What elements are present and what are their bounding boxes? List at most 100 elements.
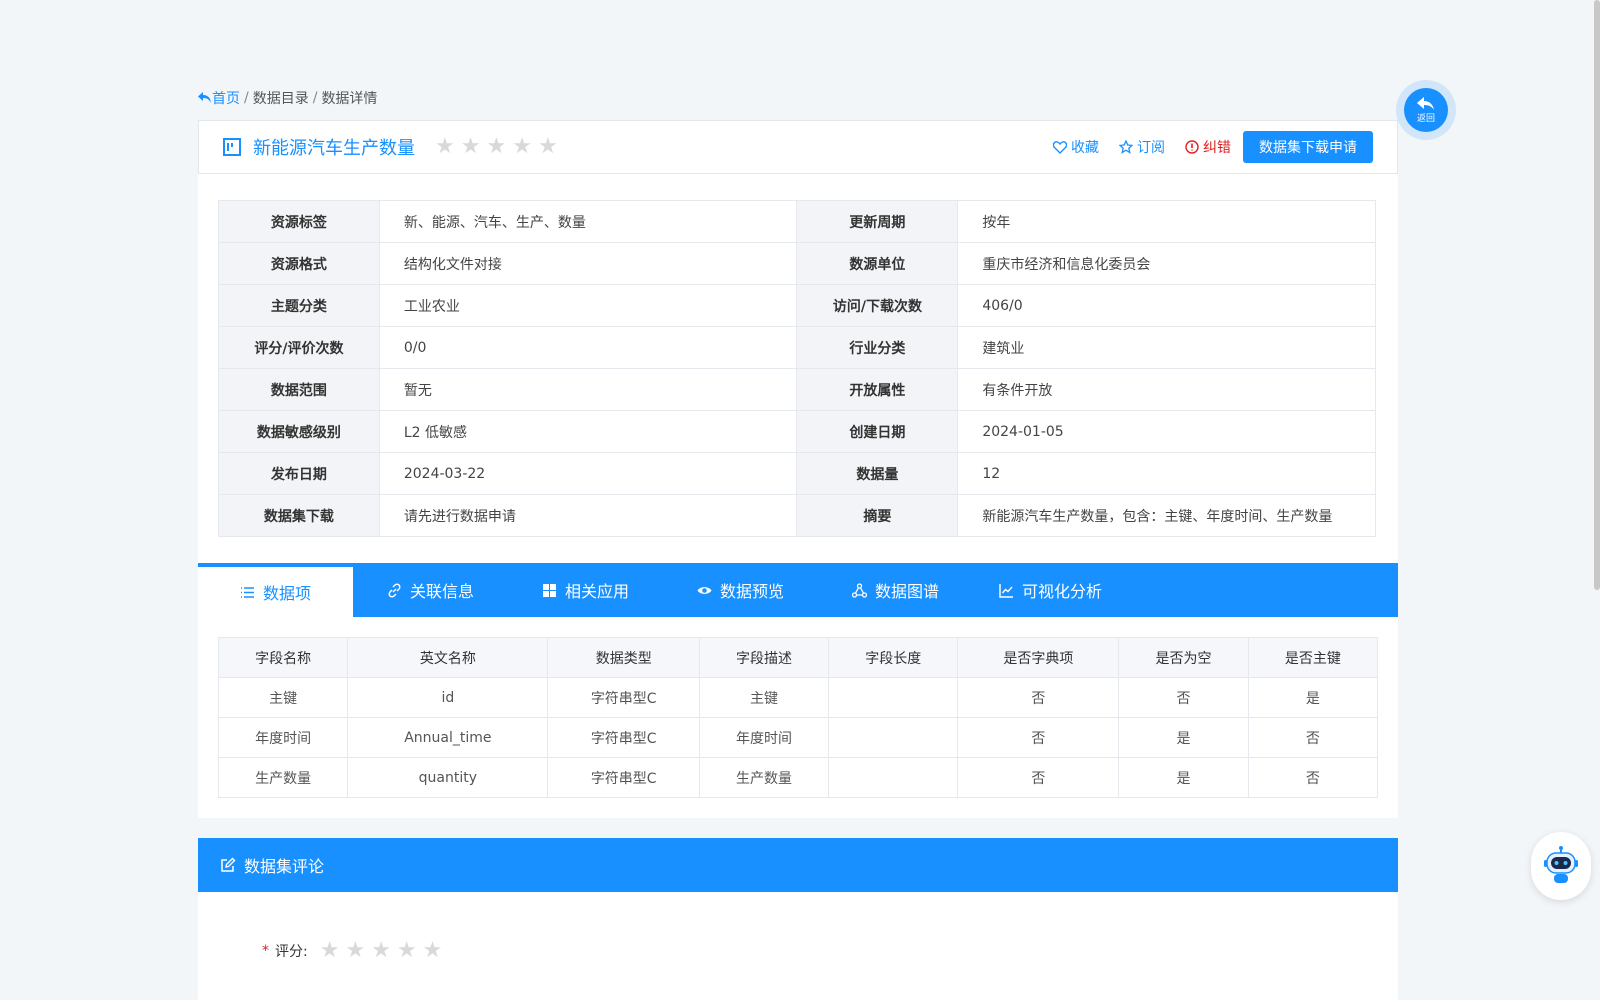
info-key: 数据敏感级别	[218, 410, 380, 453]
star-icon[interactable]: ★	[538, 136, 558, 158]
column-header: 字段长度	[828, 637, 959, 678]
star-icon[interactable]: ★	[435, 136, 455, 158]
tab-related-info[interactable]: 关联信息	[353, 563, 508, 617]
column-header: 字段描述	[698, 637, 830, 678]
star-icon[interactable]: ★	[423, 940, 443, 962]
comment-title: 数据集评论	[244, 857, 325, 876]
table-cell: 主键	[698, 677, 830, 718]
breadcrumb-home-label: 首页	[212, 91, 240, 107]
info-key: 资源标签	[218, 200, 380, 243]
info-row: 数据敏感级别 L2 低敏感 创建日期 2024-01-05	[218, 410, 1376, 453]
info-value: 建筑业	[957, 326, 1376, 369]
fields-table: 字段名称 英文名称 数据类型 字段描述 字段长度 是否字典项 是否为空 是否主键 主键 id 字符…	[217, 637, 1379, 798]
table-cell: 是	[1247, 677, 1379, 718]
back-label: 返回	[1416, 113, 1435, 124]
star-icon[interactable]: ★	[397, 940, 417, 962]
info-table: 资源标签 新、能源、汽车、生产、数量 更新周期 按年 资源格式 结构化文件对接 数源单位 重庆…	[218, 200, 1376, 537]
column-header: 是否字典项	[957, 637, 1120, 678]
info-value: 2024-03-22	[378, 452, 798, 495]
info-value: 重庆市经济和信息化委员会	[957, 242, 1376, 285]
star-icon[interactable]: ★	[486, 136, 506, 158]
star-icon[interactable]: ★	[461, 136, 481, 158]
table-cell: 字符串型C	[547, 677, 700, 718]
table-cell: 主键	[217, 677, 349, 718]
table-cell	[828, 717, 959, 758]
table-cell	[828, 757, 959, 798]
info-key: 主题分类	[218, 284, 380, 327]
dataset-title: 新能源汽车生产数量	[253, 138, 415, 159]
info-key: 资源格式	[218, 242, 380, 285]
alert-circle-icon	[1185, 140, 1199, 154]
dataset-icon	[223, 138, 241, 156]
column-header: 是否为空	[1118, 637, 1249, 678]
info-key: 数据集下载	[218, 494, 380, 537]
breadcrumb-separator: /	[312, 90, 318, 106]
info-row: 资源标签 新、能源、汽车、生产、数量 更新周期 按年	[218, 200, 1376, 243]
report-error-label: 纠错	[1203, 140, 1231, 156]
breadcrumb-home[interactable]: 首页	[198, 88, 240, 108]
star-outline-icon	[1119, 140, 1133, 154]
breadcrumb-separator: /	[244, 90, 249, 106]
info-key: 数据量	[796, 452, 959, 495]
info-key: 发布日期	[218, 452, 380, 495]
star-icon[interactable]: ★	[371, 940, 391, 962]
heart-icon	[1053, 140, 1067, 154]
assistant-robot-button[interactable]	[1531, 832, 1591, 900]
tab-visual-analysis[interactable]: 可视化分析	[973, 563, 1128, 617]
tab-data-graph[interactable]: 数据图谱	[818, 563, 973, 617]
favorite-button[interactable]: 收藏	[1053, 137, 1099, 157]
column-header: 是否主键	[1247, 637, 1379, 678]
star-icon[interactable]: ★	[320, 940, 340, 962]
table-cell: 年度时间	[217, 717, 349, 758]
table-cell: quantity	[347, 757, 549, 798]
subscribe-button[interactable]: 订阅	[1119, 137, 1165, 157]
info-row: 评分/评价次数 0/0 行业分类 建筑业	[218, 326, 1376, 369]
info-value: 请先进行数据申请	[378, 494, 798, 537]
table-cell: 是	[1118, 717, 1249, 758]
dataset-header: 新能源汽车生产数量 ★ ★ ★ ★ ★ 收藏 订阅 纠错 数据集下载申请	[198, 120, 1398, 174]
star-icon[interactable]: ★	[512, 136, 532, 158]
tab-related-apps[interactable]: 相关应用	[508, 563, 663, 617]
report-error-button[interactable]: 纠错	[1185, 137, 1231, 157]
info-value: 406/0	[957, 284, 1376, 327]
info-value: L2 低敏感	[378, 410, 798, 453]
info-key: 开放属性	[796, 368, 959, 411]
eye-icon	[697, 586, 712, 594]
info-key: 更新周期	[796, 200, 959, 243]
tab-data-items[interactable]: 数据项	[198, 563, 353, 617]
tab-label: 数据预览	[719, 582, 784, 601]
info-value: 0/0	[378, 326, 798, 369]
table-cell: 年度时间	[698, 717, 830, 758]
tab-data-preview[interactable]: 数据预览	[663, 563, 818, 617]
info-value: 12	[957, 452, 1376, 495]
table-cell: 否	[1118, 677, 1249, 718]
breadcrumb-catalog[interactable]: 数据目录	[253, 88, 309, 108]
info-value: 有条件开放	[957, 368, 1376, 411]
page-scrollbar[interactable]	[1594, 0, 1600, 590]
download-request-button[interactable]: 数据集下载申请	[1243, 131, 1373, 163]
list-icon	[240, 586, 254, 598]
info-key: 创建日期	[796, 410, 959, 453]
comment-header: 数据集评论	[198, 838, 1398, 892]
star-icon[interactable]: ★	[345, 940, 365, 962]
column-header: 字段名称	[217, 637, 349, 678]
table-cell: 字符串型C	[547, 717, 700, 758]
required-mark: *	[262, 943, 269, 959]
tab-label: 数据项	[262, 584, 311, 603]
table-cell: 否	[957, 677, 1120, 718]
line-chart-icon	[999, 583, 1013, 598]
table-cell: 生产数量	[217, 757, 349, 798]
info-key: 数据范围	[218, 368, 380, 411]
tab-label: 关联信息	[409, 582, 474, 601]
table-row: 主键 id 字符串型C 主键否否是	[217, 677, 1379, 718]
info-value: 工业农业	[378, 284, 798, 327]
favorite-label: 收藏	[1071, 140, 1099, 156]
info-value: 暂无	[378, 368, 798, 411]
back-button[interactable]: 返回	[1396, 80, 1456, 140]
table-cell: 生产数量	[698, 757, 830, 798]
breadcrumb-detail: 数据详情	[321, 91, 378, 107]
info-key: 访问/下载次数	[796, 284, 959, 327]
rating-stars[interactable]: ★ ★ ★ ★ ★	[435, 136, 558, 158]
table-row: 生产数量 quantity 字符串型C 生产数量否是否	[217, 757, 1379, 798]
info-key: 数源单位	[796, 242, 959, 285]
